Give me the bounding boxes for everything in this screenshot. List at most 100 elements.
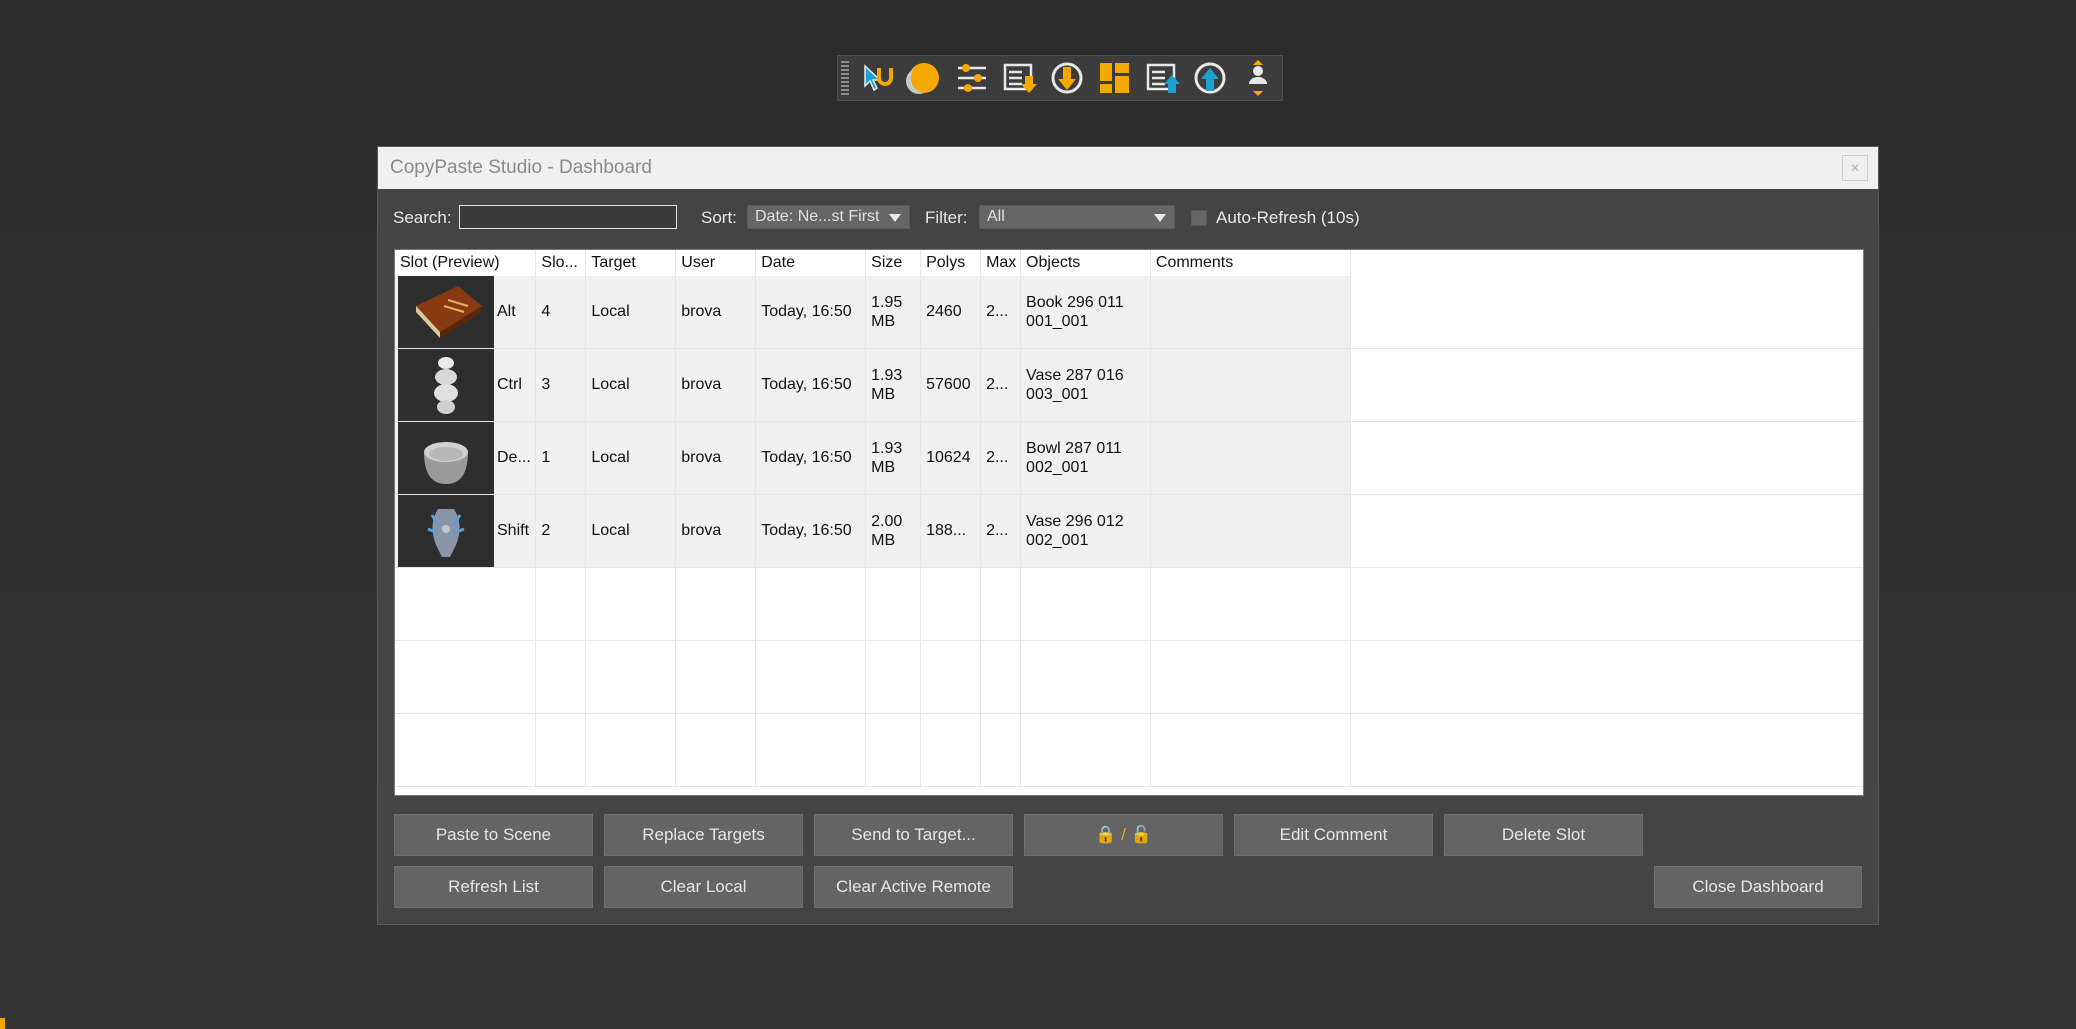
dialog-title: CopyPaste Studio - Dashboard <box>390 157 652 178</box>
slot-thumbnail <box>398 276 494 348</box>
slots-table[interactable]: Slot (Preview) Slo... Target User Date S… <box>394 249 1864 796</box>
cell-objects: Vase 296 012 002_001 <box>1020 494 1151 568</box>
cell-polys: 10624 <box>920 421 982 495</box>
cell-date: Today, 16:50 <box>755 276 867 349</box>
table-row[interactable]: Shift 2 Local brova Today, 16:50 2.00 MB 188..… <box>395 494 1863 568</box>
table-row[interactable]: De... 1 Local brova Today, 16:50 1.93 MB 10624… <box>395 421 1863 495</box>
cell-size: 1.95 MB <box>865 276 922 349</box>
sort-dropdown[interactable]: Date: Ne...st First <box>747 205 910 229</box>
empty-cell <box>1150 713 1351 787</box>
empty-cell <box>1350 276 1863 349</box>
delete-slot-button[interactable]: Delete Slot <box>1444 814 1643 856</box>
empty-cell <box>920 640 982 714</box>
column-header[interactable]: Slo... <box>535 250 587 276</box>
cell-user: brova <box>675 494 757 568</box>
slot-preview-cell[interactable]: Ctrl <box>395 348 537 422</box>
cell-size: 1.93 MB <box>865 421 922 495</box>
empty-cell <box>395 713 537 787</box>
empty-row <box>395 640 1863 714</box>
cell-target: Local <box>585 421 677 495</box>
cell-comments <box>1150 348 1351 422</box>
empty-row <box>395 567 1863 641</box>
clear-local-button[interactable]: Clear Local <box>604 866 803 908</box>
cell-slot-no: 3 <box>535 348 587 422</box>
filter-bar: Search: Sort: Date: Ne...st First Filter… <box>378 189 1878 247</box>
filter-value: All <box>987 208 1005 225</box>
slot-name: De... <box>497 449 531 466</box>
send-to-target-button[interactable]: Send to Target... <box>814 814 1013 856</box>
cell-user: brova <box>675 421 757 495</box>
empty-cell <box>395 567 537 641</box>
empty-cell <box>675 567 757 641</box>
column-header[interactable]: Target <box>585 250 677 276</box>
list-download-icon[interactable] <box>996 56 1044 100</box>
sort-label: Sort: <box>701 208 737 227</box>
search-input[interactable] <box>459 205 677 229</box>
empty-cell <box>1350 348 1863 422</box>
cell-max: 2... <box>980 494 1022 568</box>
chevron-down-icon <box>889 214 901 222</box>
lock-toggle-button[interactable]: 🔒 / 🔓 <box>1024 814 1223 856</box>
column-header[interactable]: Objects <box>1020 250 1151 276</box>
table-row[interactable]: Ctrl 3 Local brova Today, 16:50 1.93 MB 57600 2… <box>395 348 1863 422</box>
list-upload-icon[interactable] <box>1139 56 1187 100</box>
cell-target: Local <box>585 494 677 568</box>
title-bar[interactable]: CopyPaste Studio - Dashboard × <box>378 147 1878 189</box>
cell-slot-no: 4 <box>535 276 587 349</box>
disk-upload-icon[interactable] <box>1187 56 1235 100</box>
toolbar-grip-handle[interactable] <box>841 61 849 95</box>
floating-toolbar <box>837 55 1283 101</box>
empty-cell <box>675 713 757 787</box>
empty-cell <box>1150 640 1351 714</box>
empty-cell <box>1350 421 1863 495</box>
empty-cell <box>585 713 677 787</box>
settings-sliders-icon[interactable] <box>948 56 996 100</box>
cell-comments <box>1150 276 1351 349</box>
empty-cell <box>1020 640 1151 714</box>
empty-cell <box>1020 567 1151 641</box>
empty-cell <box>1350 567 1863 641</box>
cell-max: 2... <box>980 421 1022 495</box>
user-transfer-icon[interactable] <box>1234 56 1282 100</box>
select-grab-icon[interactable] <box>853 56 901 100</box>
cell-objects: Bowl 287 011 002_001 <box>1020 421 1151 495</box>
slot-name: Shift <box>497 522 530 539</box>
auto-refresh-checkbox[interactable] <box>1191 210 1207 226</box>
column-header[interactable]: User <box>675 250 757 276</box>
slot-thumbnail <box>398 349 494 421</box>
table-row[interactable]: Alt 4 Local brova Today, 16:50 1.95 MB 2460 2..… <box>395 276 1863 349</box>
edit-comment-button[interactable]: Edit Comment <box>1234 814 1433 856</box>
clear-active-remote-button[interactable]: Clear Active Remote <box>814 866 1013 908</box>
column-header[interactable]: Comments <box>1150 250 1351 276</box>
material-sphere-icon[interactable] <box>901 56 949 100</box>
slot-thumbnail <box>398 495 494 567</box>
cell-polys: 2460 <box>920 276 982 349</box>
column-header[interactable]: Max <box>980 250 1022 276</box>
cell-comments <box>1150 421 1351 495</box>
empty-cell <box>755 640 867 714</box>
close-dashboard-button[interactable]: Close Dashboard <box>1654 866 1862 908</box>
column-header[interactable]: Date <box>755 250 867 276</box>
layout-blocks-icon[interactable] <box>1091 56 1139 100</box>
refresh-list-button[interactable]: Refresh List <box>394 866 593 908</box>
empty-cell <box>535 567 587 641</box>
empty-cell <box>1350 713 1863 787</box>
slot-preview-cell[interactable]: De... <box>395 421 537 495</box>
empty-cell <box>1020 713 1151 787</box>
empty-cell <box>980 713 1022 787</box>
search-label: Search: <box>393 208 452 227</box>
slot-preview-cell[interactable]: Alt <box>395 276 537 349</box>
slot-preview-cell[interactable]: Shift <box>395 494 537 568</box>
sort-value: Date: Ne...st First <box>755 208 880 225</box>
paste-to-scene-button[interactable]: Paste to Scene <box>394 814 593 856</box>
column-header[interactable]: Polys <box>920 250 982 276</box>
replace-targets-button[interactable]: Replace Targets <box>604 814 803 856</box>
filter-dropdown[interactable]: All <box>979 205 1175 229</box>
cell-target: Local <box>585 348 677 422</box>
disk-download-icon[interactable] <box>1044 56 1092 100</box>
auto-refresh-label: Auto-Refresh (10s) <box>1216 208 1360 227</box>
close-icon[interactable]: × <box>1842 155 1868 181</box>
column-header[interactable]: Size <box>865 250 922 276</box>
column-header[interactable]: Slot (Preview) <box>395 250 537 276</box>
cell-date: Today, 16:50 <box>755 494 867 568</box>
